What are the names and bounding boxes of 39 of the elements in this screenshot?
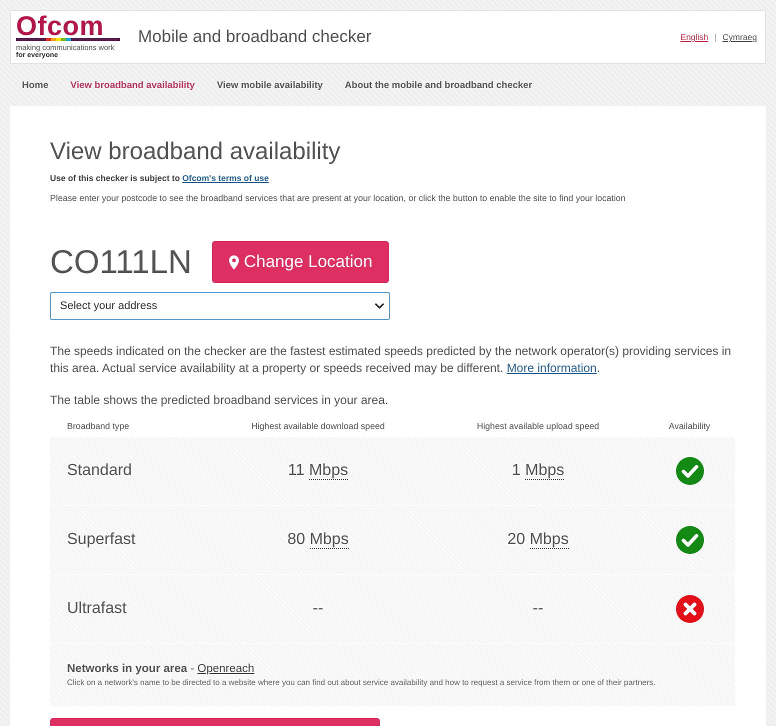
download-speed-cell-text: -- xyxy=(312,600,324,618)
instructions-text: Please enter your postcode to see the broadband services that are present at your location, or click the button to enable the site to find your location xyxy=(50,192,627,204)
upload-speed-cell-text: -- xyxy=(532,600,544,618)
site-title: Mobile and broadband checker xyxy=(138,27,372,47)
upload-speed-cell-text: 20 Mbps xyxy=(506,531,570,549)
nav-link[interactable]: View broadband availability xyxy=(70,80,195,90)
table-intro: The table shows the predicted broadband services in your area. xyxy=(50,392,390,409)
logo-wordmark: Ofcom xyxy=(16,14,106,36)
broadband-type-cell-text: Superfast xyxy=(66,531,136,549)
upload-speed-cell-text: 1 Mbps xyxy=(510,462,566,480)
change-location-button[interactable]: Change Location xyxy=(212,241,390,283)
column-header: Highest available upload speed xyxy=(476,421,600,431)
language-link[interactable]: Cymraeg xyxy=(722,32,757,42)
nav-link[interactable]: View mobile availability xyxy=(216,80,323,90)
page-title: View broadband availability xyxy=(50,138,342,166)
download-speed-cell-text: 11 Mbps xyxy=(286,462,350,480)
broadband-type-cell-text: Ultrafast xyxy=(66,600,128,618)
broadband-type-cell-text: Standard xyxy=(66,462,133,480)
terms-link[interactable]: Ofcom's terms of use xyxy=(182,173,269,183)
cut-off-button[interactable] xyxy=(50,718,380,726)
terms-notice: Use of this checker is subject to Ofcom's terms of use xyxy=(50,172,270,184)
network-link[interactable]: Openreach xyxy=(197,663,254,675)
map-marker-icon xyxy=(228,254,239,270)
networks-note: Click on a network's name to be directed to a website where you can find out about service availability and how to request a service from them or one of their partners. xyxy=(67,677,656,688)
postcode-text: CO111LN xyxy=(50,242,192,282)
language-separator: | xyxy=(714,32,717,42)
nav-link[interactable]: About the mobile and broadband checker xyxy=(344,80,532,90)
speed-disclaimer: The speeds indicated on the checker are the fastest estimated speeds predicted by the network operator(s) providing services in this area. Actual service availability at a property or speeds received may be different. More information. xyxy=(50,343,732,377)
logo-stripe-icon xyxy=(16,38,120,40)
address-select[interactable]: Select your address xyxy=(50,292,390,320)
column-header: Broadband type xyxy=(66,421,130,431)
nav-link[interactable]: Home xyxy=(22,80,48,90)
chevron-down-icon xyxy=(375,303,384,309)
more-information-link[interactable]: More information xyxy=(506,361,597,375)
column-header: Availability xyxy=(668,421,712,431)
networks-heading: Networks in your area - Openreach xyxy=(67,662,256,676)
download-speed-cell-text: 80 Mbps xyxy=(286,531,350,549)
column-header: Highest available download speed xyxy=(250,421,386,431)
language-link[interactable]: English xyxy=(680,32,708,42)
